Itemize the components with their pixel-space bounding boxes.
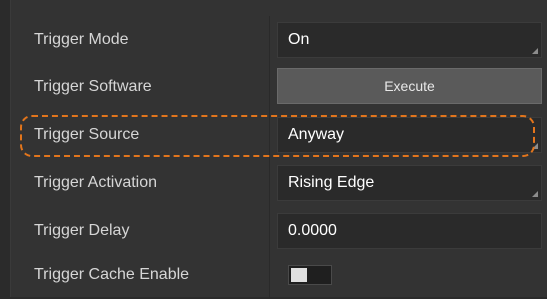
column-divider bbox=[269, 207, 270, 255]
column-divider bbox=[269, 159, 270, 207]
row-trigger-mode: Trigger Mode On bbox=[11, 16, 547, 64]
trigger-cache-enable-label: Trigger Cache Enable bbox=[34, 266, 190, 283]
trigger-mode-dropdown[interactable]: On bbox=[277, 22, 542, 58]
row-trigger-software: Trigger Software Execute bbox=[11, 63, 547, 111]
trigger-cache-enable-toggle[interactable] bbox=[288, 265, 332, 285]
trigger-mode-value: On bbox=[288, 31, 310, 48]
column-divider bbox=[269, 251, 270, 299]
toggle-knob bbox=[291, 268, 307, 282]
dropdown-corner-icon bbox=[532, 48, 538, 54]
row-trigger-cache-enable: Trigger Cache Enable bbox=[11, 251, 547, 299]
execute-button[interactable]: Execute bbox=[277, 68, 542, 104]
row-trigger-source: Trigger Source Anyway bbox=[11, 111, 547, 159]
column-divider bbox=[269, 16, 270, 64]
trigger-activation-value: Rising Edge bbox=[288, 174, 375, 191]
trigger-source-dropdown[interactable]: Anyway bbox=[277, 117, 542, 153]
dropdown-corner-icon bbox=[532, 143, 538, 149]
column-divider bbox=[269, 63, 270, 111]
trigger-source-label: Trigger Source bbox=[34, 126, 140, 143]
trigger-properties-panel: Trigger Mode On Trigger Software Execute… bbox=[10, 0, 547, 299]
trigger-software-label: Trigger Software bbox=[34, 78, 152, 95]
trigger-source-value: Anyway bbox=[288, 126, 345, 143]
trigger-activation-dropdown[interactable]: Rising Edge bbox=[277, 165, 542, 201]
trigger-activation-label: Trigger Activation bbox=[34, 174, 158, 191]
trigger-delay-label: Trigger Delay bbox=[34, 222, 130, 239]
trigger-mode-label: Trigger Mode bbox=[34, 31, 129, 48]
trigger-delay-input[interactable]: 0.0000 bbox=[277, 213, 542, 249]
dropdown-corner-icon bbox=[532, 191, 538, 197]
column-divider bbox=[269, 111, 270, 159]
row-trigger-activation: Trigger Activation Rising Edge bbox=[11, 159, 547, 207]
row-trigger-delay: Trigger Delay 0.0000 bbox=[11, 207, 547, 255]
trigger-delay-value: 0.0000 bbox=[288, 222, 337, 239]
